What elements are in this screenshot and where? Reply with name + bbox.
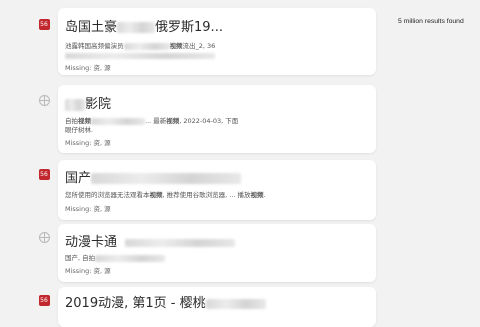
result-card[interactable]: 国产 您所使用的浏览器无法观看本视频, 推荐使用谷歌浏览器, ... 播放视频.… — [58, 160, 376, 220]
site-favicon: 56 — [38, 294, 50, 306]
result-snippet: 池露韩国高频偏演员 视频流出_2, 36 — [65, 42, 216, 50]
site-favicon — [38, 231, 50, 243]
red-square-favicon-icon: 56 — [38, 168, 50, 180]
result-title[interactable]: 2019动漫, 第1页 - 樱桃 — [65, 292, 266, 311]
missing-terms: Missing: 资, 源 — [65, 64, 111, 72]
result-card[interactable]: 影院 自拍视频... 最新视频, 2022-04-03, 下面 眼仔树林. Mi… — [58, 85, 376, 153]
result-card[interactable]: 岛国土豪 俄罗斯19... 池露韩国高频偏演员 视频流出_2, 36 Missing… — [58, 8, 376, 75]
result-snippet: 自拍视频... 最新视频, 2022-04-03, 下面 — [65, 117, 239, 125]
site-favicon — [38, 94, 50, 106]
result-snippet-line2: 眼仔树林. — [65, 126, 94, 134]
globe-icon — [38, 231, 50, 243]
site-favicon: 56 — [38, 168, 50, 180]
result-title[interactable]: 动漫卡通 — [65, 231, 236, 250]
result-card[interactable]: 2019动漫, 第1页 - 樱桃 — [58, 287, 376, 327]
missing-terms: Missing: 资, 源 — [65, 205, 111, 213]
result-snippet-line2 — [65, 52, 215, 61]
globe-icon — [38, 94, 50, 106]
result-card[interactable]: 动漫卡通 国产, 自拍 Missing: 资, 源 — [58, 224, 376, 282]
search-results-list: 56 岛国土豪 俄罗斯19... 池露韩国高频偏演员 视频流出_2, 36 Miss… — [0, 0, 380, 327]
site-favicon: 56 — [38, 18, 50, 30]
result-snippet: 国产, 自拍 — [65, 254, 166, 263]
red-square-favicon-icon: 56 — [38, 18, 50, 30]
missing-terms: Missing: 资, 源 — [65, 139, 111, 147]
result-title[interactable]: 国产 — [65, 167, 242, 186]
missing-terms: Missing: 资, 源 — [65, 267, 111, 275]
red-square-favicon-icon: 56 — [38, 294, 50, 306]
result-snippet: 您所使用的浏览器无法观看本视频, 推荐使用谷歌浏览器, ... 播放视频. — [65, 191, 266, 199]
results-count: 5 million results found — [398, 18, 464, 25]
result-title[interactable]: 岛国土豪 俄罗斯19... — [65, 16, 223, 35]
result-title[interactable]: 影院 — [65, 93, 111, 112]
